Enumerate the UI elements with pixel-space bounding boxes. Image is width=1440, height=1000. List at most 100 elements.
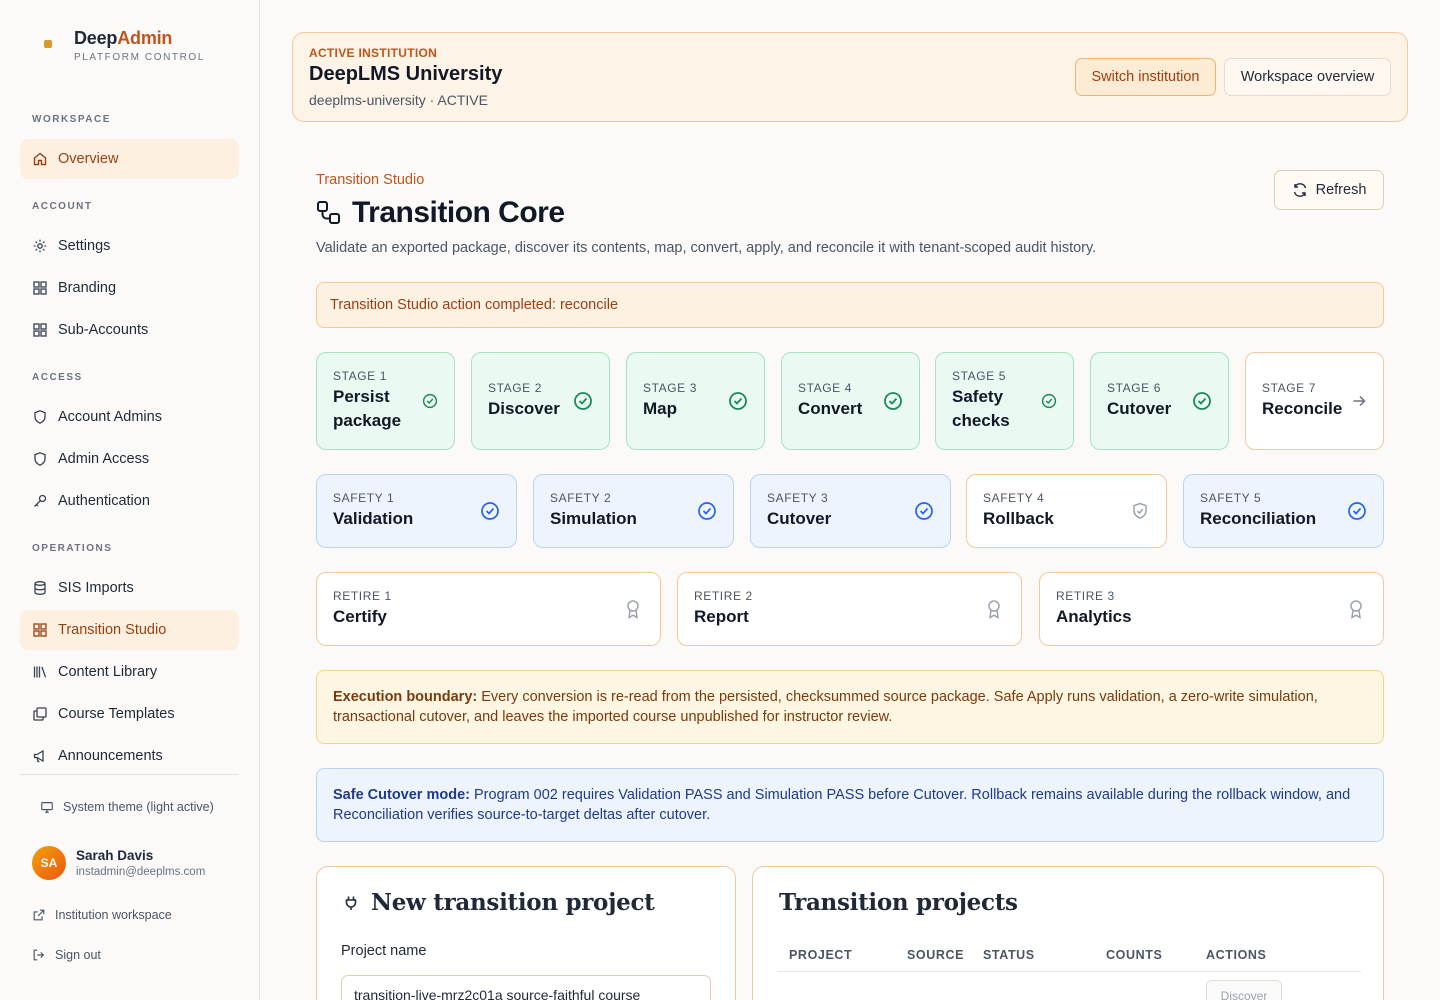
key-icon (32, 493, 48, 509)
retire-title: Report (694, 607, 749, 626)
institution-label: ACTIVE INSTITUTION (309, 46, 438, 60)
stage-card-3[interactable]: STAGE 3 Map (626, 352, 765, 450)
retire-card-1[interactable]: RETIRE 1 Certify (316, 572, 661, 646)
safety-card-5[interactable]: SAFETY 5 Reconciliation (1183, 474, 1384, 548)
stage-title: Safety checks (952, 387, 1010, 430)
sidebar-item-admin-access[interactable]: Admin Access (20, 439, 239, 479)
column-header-project[interactable]: PROJECT (789, 948, 852, 962)
sidebar-item-label: Settings (58, 238, 111, 254)
retire-card-3[interactable]: RETIRE 3 Analytics (1039, 572, 1384, 646)
retire-title: Certify (333, 607, 387, 626)
gear-icon (32, 238, 48, 254)
brand-name: DeepAdmin (74, 28, 173, 48)
arrow-right-icon (1353, 395, 1366, 407)
stage-card-4[interactable]: STAGE 4 Convert (781, 352, 920, 450)
stage-card-5[interactable]: STAGE 5 Safety checks (935, 352, 1074, 450)
sidebar-item-transition-studio[interactable]: Transition Studio (20, 610, 239, 650)
stage-card-7[interactable]: STAGE 7 Reconcile (1245, 352, 1384, 450)
column-header-status[interactable]: STATUS (983, 948, 1035, 962)
execution-boundary-notice: Execution boundary: Every conversion is … (316, 670, 1384, 744)
sign-out-link[interactable]: Sign out (32, 948, 101, 962)
institution-workspace-label: Institution workspace (55, 908, 172, 922)
retire-card-2[interactable]: RETIRE 2 Report (677, 572, 1022, 646)
new-project-panel: New transition project Project name (316, 866, 736, 1000)
grid-icon (32, 622, 48, 638)
safety-card-4[interactable]: SAFETY 4 Rollback (966, 474, 1167, 548)
award-icon (988, 600, 1000, 619)
award-icon (1350, 600, 1362, 619)
monitor-icon (41, 802, 53, 813)
sidebar-item-label: Transition Studio (58, 622, 167, 638)
sidebar-item-label: Authentication (58, 493, 150, 509)
project-name-input[interactable] (341, 975, 711, 1000)
stage-card-6[interactable]: STAGE 6 Cutover (1090, 352, 1229, 450)
sidebar-item-label: Content Library (58, 664, 158, 680)
sidebar-item-label: Course Templates (58, 706, 175, 722)
grid-icon (32, 280, 48, 296)
stage-kicker: STAGE 5 (952, 369, 1006, 383)
breadcrumb[interactable]: Transition Studio (316, 172, 424, 188)
sidebar-item-label: Sub-Accounts (58, 322, 149, 338)
avatar: SA (32, 846, 66, 880)
projects-panel: Transition projects PROJECT SOURCE STATU… (752, 866, 1384, 1000)
sidebar-item-sis-imports[interactable]: SIS Imports (20, 568, 239, 608)
sidebar-item-course-templates[interactable]: Course Templates (20, 694, 239, 734)
retire-kicker: RETIRE 2 (694, 589, 753, 603)
refresh-icon (1293, 183, 1306, 197)
check-circle-icon (574, 392, 592, 410)
check-circle-icon (1348, 502, 1366, 520)
check-circle-icon (1041, 393, 1057, 409)
sidebar-item-authentication[interactable]: Authentication (20, 481, 239, 521)
safety-kicker: SAFETY 2 (550, 491, 612, 505)
shield-icon (32, 409, 48, 425)
safety-card-3[interactable]: SAFETY 3 Cutover (750, 474, 951, 548)
workflow-icon (317, 201, 340, 224)
sidebar-item-branding[interactable]: Branding (20, 268, 239, 308)
refresh-button[interactable]: Refresh (1274, 170, 1384, 210)
safety-kicker: SAFETY 1 (333, 491, 395, 505)
sidebar-item-overview[interactable]: Overview (20, 139, 239, 179)
theme-toggle[interactable]: System theme (light active) (40, 800, 214, 814)
column-header-source[interactable]: SOURCE (907, 948, 964, 962)
user-profile[interactable]: SA Sarah Davis instadmin@deeplms.com (32, 846, 205, 880)
status-alert: Transition Studio action completed: reco… (316, 282, 1384, 328)
sidebar-item-account-admins[interactable]: Account Admins (20, 397, 239, 437)
database-icon (32, 580, 48, 596)
workspace-overview-button[interactable]: Workspace overview (1224, 58, 1391, 96)
discover-button[interactable]: Discover (1206, 980, 1282, 1000)
section-label-account: ACCOUNT (32, 201, 93, 212)
section-label-operations: OPERATIONS (32, 543, 113, 554)
external-link-icon (33, 909, 45, 921)
institution-slug-status: deeplms-university · ACTIVE (309, 92, 488, 108)
retire-kicker: RETIRE 3 (1056, 589, 1115, 603)
megaphone-icon (32, 748, 48, 764)
sidebar-item-content-library[interactable]: Content Library (20, 652, 239, 692)
check-circle-icon (729, 392, 747, 410)
safety-card-1[interactable]: SAFETY 1 Validation (316, 474, 517, 548)
safety-title: Reconciliation (1200, 509, 1317, 528)
brand[interactable]: DeepAdmin PLATFORM CONTROL (44, 28, 205, 63)
safety-card-2[interactable]: SAFETY 2 Simulation (533, 474, 734, 548)
library-icon (32, 664, 48, 680)
page-title: Transition Core (316, 196, 565, 230)
sidebar-item-settings[interactable]: Settings (20, 226, 239, 266)
theme-toggle-label: System theme (light active) (63, 800, 214, 814)
column-header-counts[interactable]: COUNTS (1106, 948, 1162, 962)
notice-label: Execution boundary: (333, 689, 478, 705)
safety-kicker: SAFETY 5 (1200, 491, 1262, 505)
column-header-actions[interactable]: ACTIONS (1206, 948, 1266, 962)
stage-card-1[interactable]: STAGE 1 Persist package (316, 352, 455, 450)
institution-workspace-link[interactable]: Institution workspace (32, 908, 172, 922)
copy-icon (32, 706, 48, 722)
sidebar-item-announcements[interactable]: Announcements (20, 736, 239, 776)
shield-icon (32, 451, 48, 467)
sidebar-item-label: Admin Access (58, 451, 150, 467)
switch-institution-button[interactable]: Switch institution (1075, 58, 1216, 96)
check-circle-icon (1193, 392, 1211, 410)
sidebar-item-sub-accounts[interactable]: Sub-Accounts (20, 310, 239, 350)
user-name: Sarah Davis (76, 848, 154, 863)
stage-kicker: STAGE 1 (333, 369, 387, 383)
stage-card-2[interactable]: STAGE 2 Discover (471, 352, 610, 450)
sidebar-item-label: Overview (58, 151, 119, 167)
safety-title: Validation (333, 509, 414, 528)
